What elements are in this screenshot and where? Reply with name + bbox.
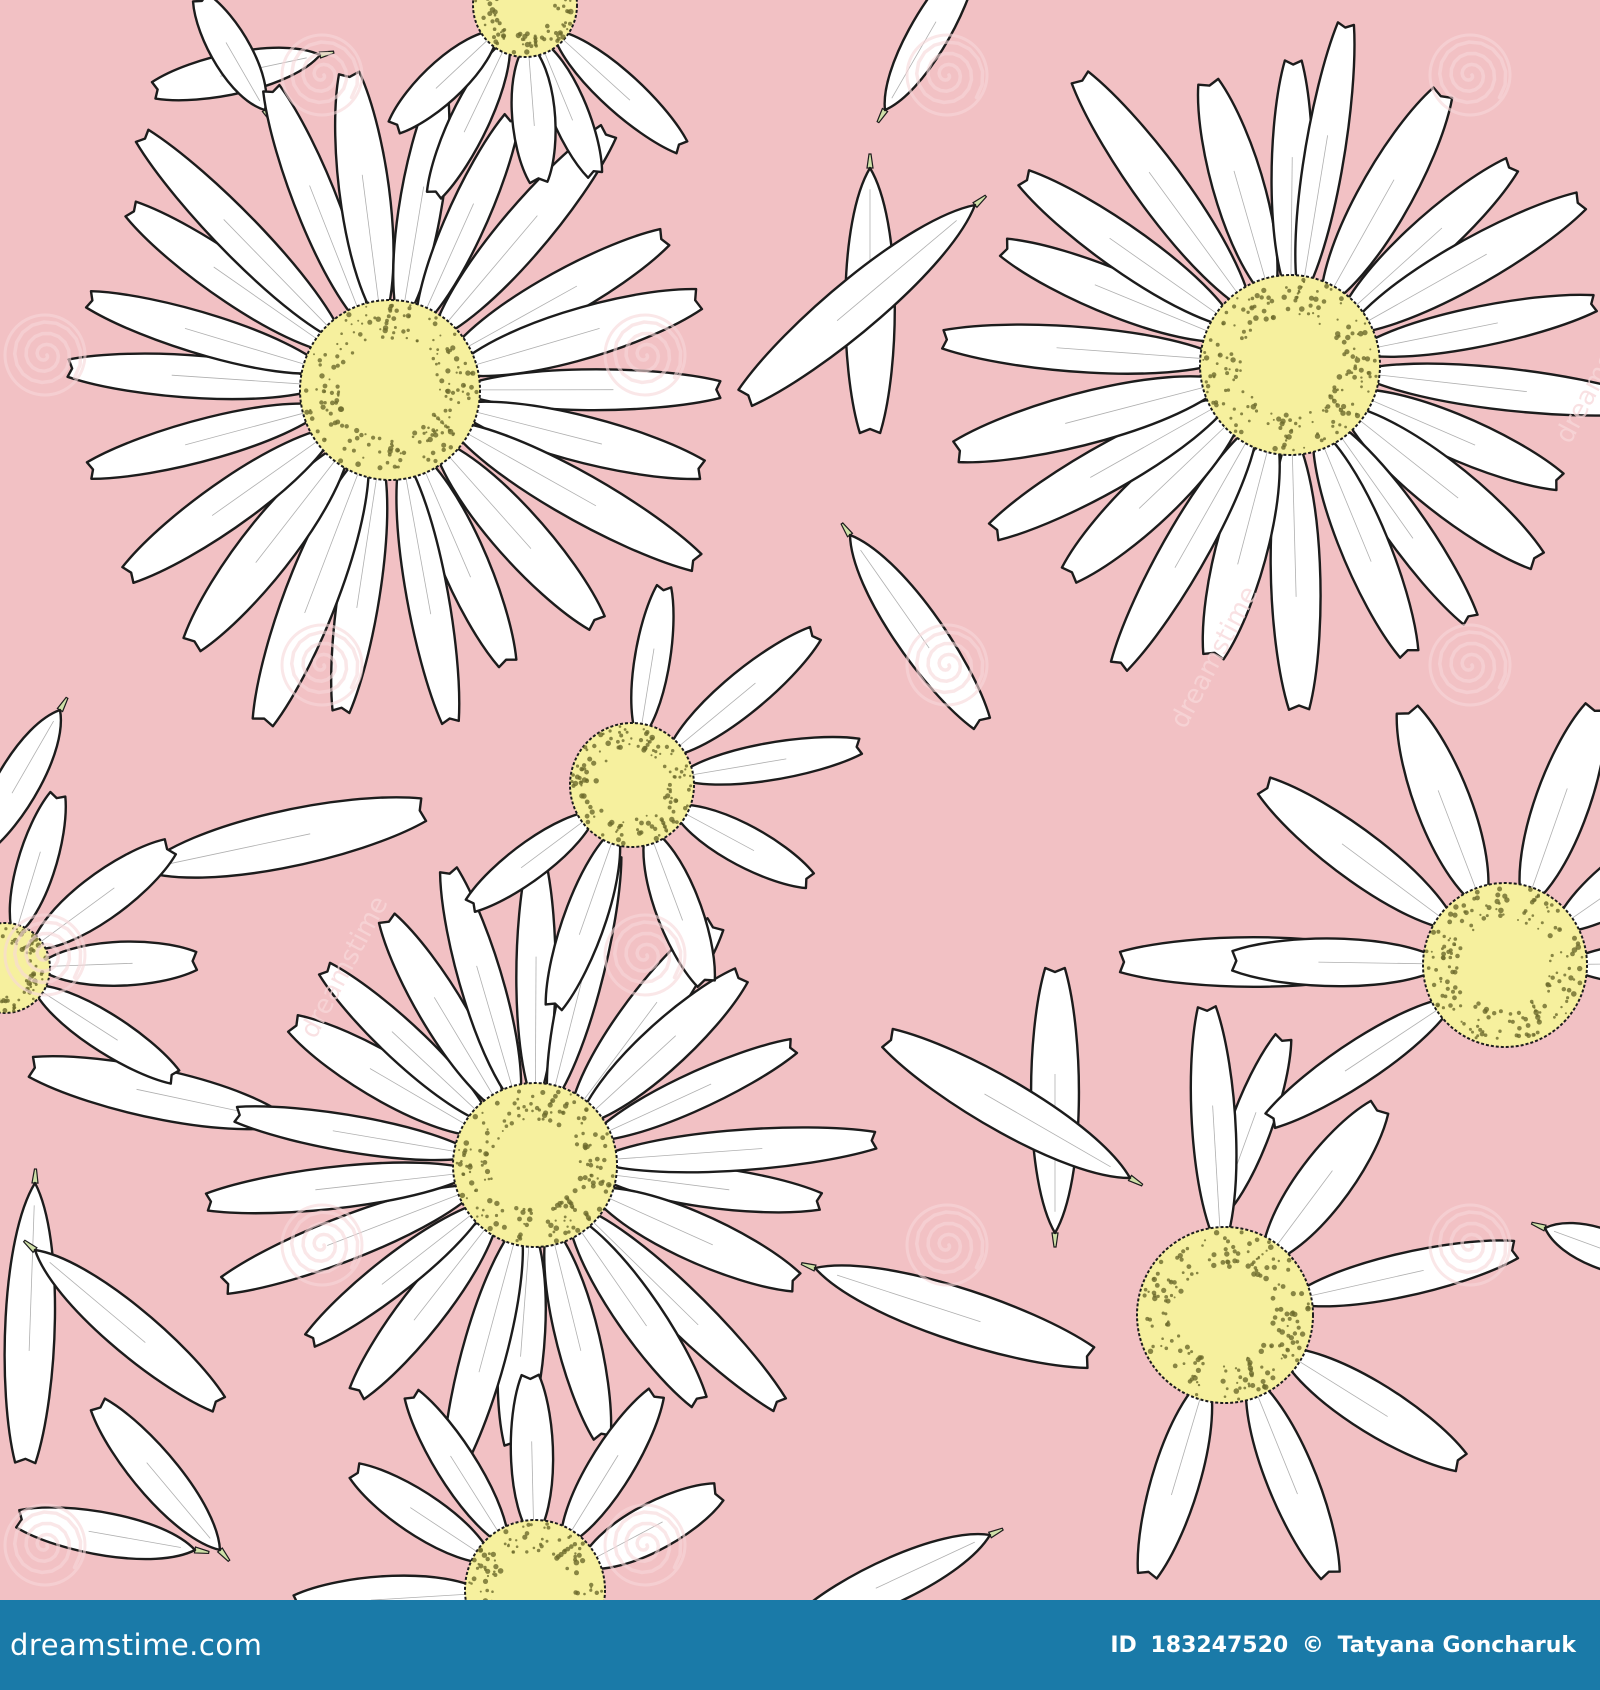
stock-image: dreamstimedreamstimedreamstime dreamstim… [0, 0, 1600, 1690]
flower-center [452, 1082, 618, 1248]
footer-author: Tatyana Goncharuk [1337, 1632, 1576, 1658]
chamomile-pattern-artwork: dreamstimedreamstimedreamstime [0, 0, 1600, 1600]
flower-center [299, 299, 481, 481]
flower-center [1136, 1226, 1314, 1404]
flower-center [569, 722, 695, 848]
flower-center [1422, 882, 1588, 1048]
footer-bar: dreamstime.com ID 183247520 © Tatyana Go… [0, 1600, 1600, 1690]
footer-copyright-symbol: © [1301, 1632, 1324, 1658]
footer-credit: ID 183247520 © Tatyana Goncharuk [1104, 1633, 1576, 1658]
footer-site-name[interactable]: dreamstime.com [10, 1628, 262, 1662]
footer-id-label: ID [1110, 1632, 1137, 1658]
flower-center [1199, 274, 1381, 456]
footer-id-value: 183247520 [1150, 1632, 1289, 1658]
